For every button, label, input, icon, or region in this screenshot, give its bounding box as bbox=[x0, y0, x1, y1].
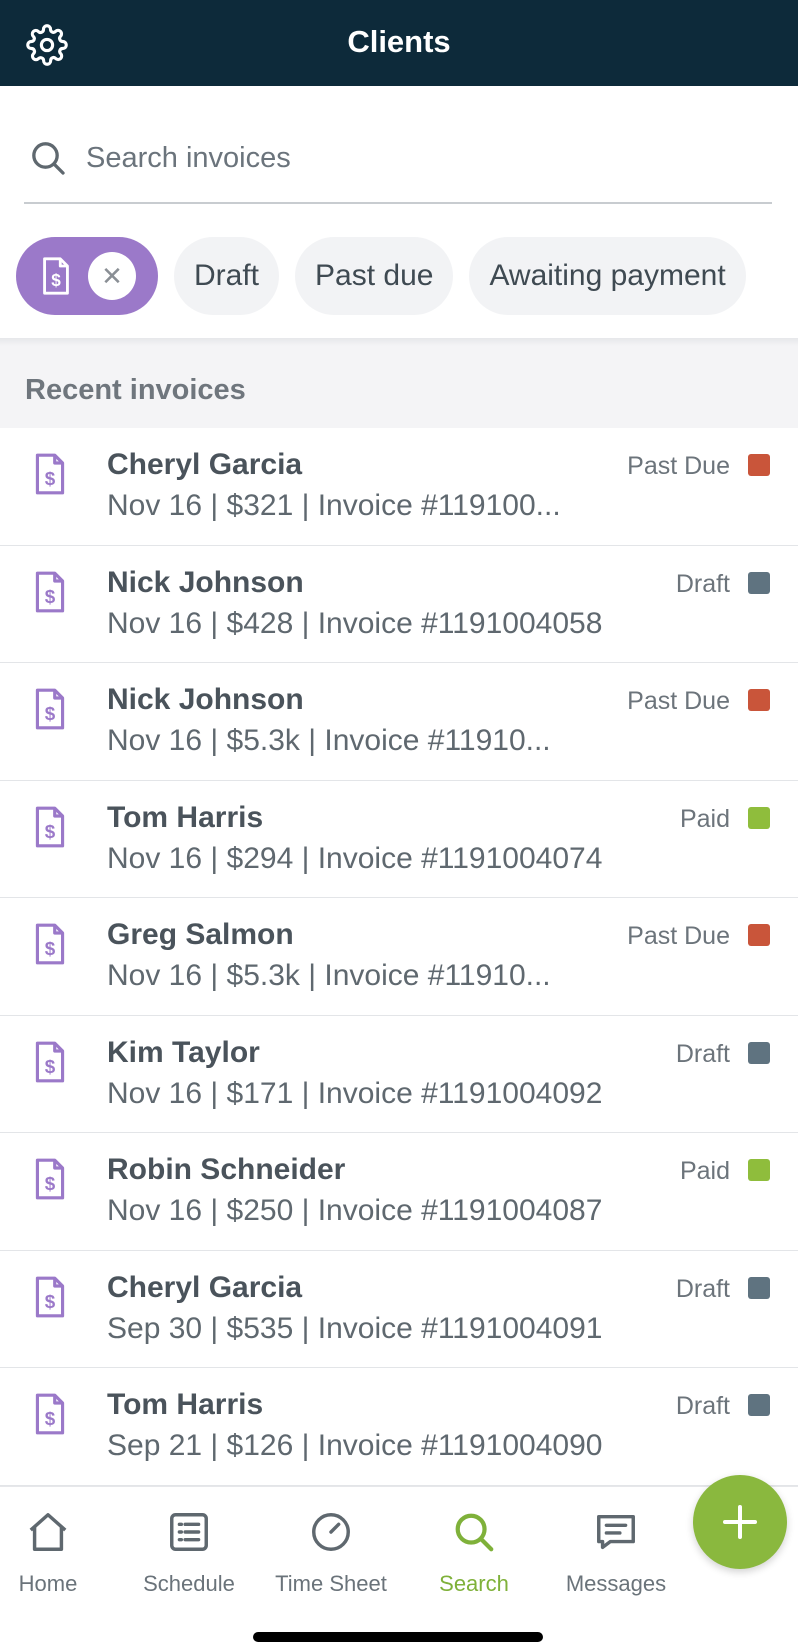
invoice-row[interactable]: $ Tom Harris Sep 21 | $126 | Invoice #1191… bbox=[0, 1368, 798, 1486]
invoice-row[interactable]: $ Nick Johnson Nov 16 | $428 | Invoice #11… bbox=[0, 546, 798, 663]
client-name: Kim Taylor bbox=[107, 1035, 260, 1069]
invoice-details: Nov 16 | $5.3k | Invoice #11910... bbox=[107, 724, 551, 757]
status-indicator bbox=[748, 806, 770, 829]
tab-label: Messages bbox=[565, 1571, 667, 1596]
tab-label: Search bbox=[439, 1571, 509, 1596]
invoice-icon: $ bbox=[35, 923, 65, 965]
client-name: Nick Johnson bbox=[107, 565, 304, 599]
tab-messages[interactable]: Messages bbox=[556, 1509, 676, 1597]
invoice-row[interactable]: $ Kim Taylor Nov 16 | $171 | Invoice #1191… bbox=[0, 1016, 798, 1133]
invoice-row[interactable]: $ Nick Johnson Nov 16 | $5.3k | Invoice #1… bbox=[0, 663, 798, 781]
invoice-details: Nov 16 | $294 | Invoice #1191004074 bbox=[107, 841, 603, 875]
invoice-details: Nov 16 | $171 | Invoice #1191004092 bbox=[107, 1076, 603, 1110]
invoice-row[interactable]: $ Cheryl Garcia Nov 16 | $321 | Invoice #1… bbox=[0, 428, 798, 546]
filter-chips: $ ✕ Draft Past due Awaiting payment bbox=[16, 237, 746, 315]
status-indicator bbox=[748, 1394, 770, 1416]
filter-chip-awaiting-payment[interactable]: Awaiting payment bbox=[469, 237, 746, 315]
search-icon bbox=[455, 1513, 494, 1552]
svg-text:$: $ bbox=[45, 1291, 56, 1312]
svg-text:$: $ bbox=[45, 703, 56, 724]
invoice-icon: $ bbox=[35, 1276, 65, 1317]
client-name: Robin Schneider bbox=[107, 1153, 346, 1186]
svg-text:$: $ bbox=[45, 938, 56, 959]
invoice-details: Sep 21 | $126 | Invoice #1191004090 bbox=[107, 1429, 603, 1462]
add-button[interactable] bbox=[693, 1475, 787, 1569]
status-indicator bbox=[748, 689, 770, 711]
status-label: Draft bbox=[675, 1039, 730, 1068]
status-label: Draft bbox=[675, 1274, 730, 1303]
section-header: Recent invoices bbox=[0, 346, 798, 428]
client-name: Greg Salmon bbox=[107, 918, 294, 951]
invoice-icon: $ bbox=[35, 1393, 65, 1435]
invoice-icon: $ bbox=[35, 1158, 65, 1200]
status-indicator bbox=[748, 454, 770, 476]
home-indicator bbox=[253, 1632, 543, 1642]
invoice-icon: $ bbox=[35, 806, 65, 847]
invoice-details: Nov 16 | $5.3k | Invoice #11910... bbox=[107, 959, 551, 992]
page-title: Clients bbox=[347, 24, 451, 59]
filter-chip-past-due[interactable]: Past due bbox=[295, 237, 454, 315]
status-label: Past Due bbox=[627, 922, 730, 950]
status-label: Past Due bbox=[627, 452, 730, 480]
svg-text:$: $ bbox=[45, 821, 56, 842]
client-name: Cheryl Garcia bbox=[107, 448, 303, 481]
invoice-icon: $ bbox=[35, 1041, 65, 1082]
client-name: Tom Harris bbox=[107, 800, 264, 834]
invoice-filter-chip[interactable]: $ ✕ bbox=[16, 237, 158, 315]
status-indicator bbox=[748, 1041, 770, 1064]
tab-label: Schedule bbox=[143, 1571, 235, 1596]
schedule-icon bbox=[170, 1513, 208, 1551]
invoice-row[interactable]: $ Cheryl Garcia Sep 30 | $535 | Invoice #1… bbox=[0, 1251, 798, 1368]
app-header: Clients bbox=[0, 0, 798, 86]
status-label: Draft bbox=[675, 1392, 730, 1420]
status-indicator bbox=[748, 1276, 770, 1299]
divider bbox=[0, 338, 798, 346]
search-input[interactable] bbox=[86, 136, 746, 180]
tab-bar: Home Schedule Time Sheet Search Messages bbox=[0, 1486, 798, 1650]
invoice-details: Nov 16 | $321 | Invoice #119100... bbox=[107, 489, 561, 522]
plus-icon bbox=[723, 1505, 757, 1539]
invoice-details: Nov 16 | $250 | Invoice #1191004087 bbox=[107, 1194, 603, 1227]
client-name: Cheryl Garcia bbox=[107, 1270, 303, 1304]
svg-text:$: $ bbox=[51, 270, 61, 290]
invoice-row[interactable]: $ Tom Harris Nov 16 | $294 | Invoice #1191… bbox=[0, 781, 798, 898]
invoice-icon: $ bbox=[35, 453, 65, 495]
home-icon bbox=[29, 1513, 67, 1551]
status-label: Past Due bbox=[627, 687, 730, 715]
messages-icon bbox=[597, 1514, 635, 1550]
invoice-details: Nov 16 | $428 | Invoice #1191004058 bbox=[107, 606, 603, 640]
clear-filter-button[interactable]: ✕ bbox=[88, 252, 136, 300]
status-label: Paid bbox=[679, 1157, 730, 1185]
status-indicator bbox=[748, 571, 770, 594]
invoice-row[interactable]: $ Robin Schneider Nov 16 | $250 | Invoice … bbox=[0, 1133, 798, 1251]
tab-time-sheet[interactable]: Time Sheet bbox=[271, 1509, 391, 1597]
tab-home[interactable]: Home bbox=[0, 1509, 108, 1597]
tab-search[interactable]: Search bbox=[414, 1509, 534, 1597]
invoice-details: Sep 30 | $535 | Invoice #1191004091 bbox=[107, 1311, 603, 1345]
svg-text:$: $ bbox=[45, 1408, 56, 1429]
svg-text:$: $ bbox=[45, 1173, 56, 1194]
invoice-icon: $ bbox=[35, 571, 65, 612]
timesheet-icon bbox=[312, 1513, 350, 1551]
invoice-icon: $ bbox=[43, 257, 69, 295]
invoice-row[interactable]: $ Greg Salmon Nov 16 | $5.3k | Invoice #11… bbox=[0, 898, 798, 1016]
client-name: Tom Harris bbox=[107, 1388, 264, 1421]
section-title: Recent invoices bbox=[25, 374, 246, 406]
status-label: Paid bbox=[679, 804, 730, 833]
svg-text:$: $ bbox=[45, 586, 56, 607]
invoice-list: $ Cheryl Garcia Nov 16 | $321 | Invoice #1… bbox=[0, 428, 798, 1486]
tab-schedule[interactable]: Schedule bbox=[129, 1509, 249, 1597]
status-indicator bbox=[748, 1159, 770, 1181]
status-indicator bbox=[748, 924, 770, 946]
svg-text:$: $ bbox=[45, 1056, 56, 1077]
search-icon bbox=[32, 142, 65, 175]
invoice-icon: $ bbox=[35, 688, 65, 730]
tab-label: Time Sheet bbox=[275, 1571, 387, 1596]
filter-chip-draft[interactable]: Draft bbox=[174, 237, 280, 315]
status-label: Draft bbox=[675, 569, 730, 598]
tab-label: Home bbox=[18, 1571, 78, 1596]
client-name: Nick Johnson bbox=[107, 683, 304, 716]
svg-text:$: $ bbox=[45, 468, 56, 489]
search-bar bbox=[24, 126, 772, 204]
